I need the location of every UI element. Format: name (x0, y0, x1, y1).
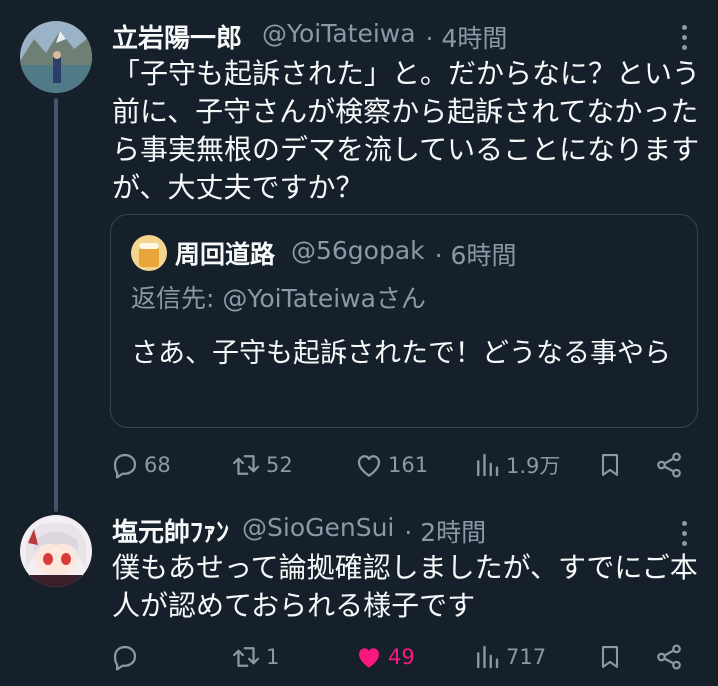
more-icon[interactable] (674, 518, 694, 548)
bookmark-icon[interactable] (596, 450, 624, 484)
author-name[interactable]: 立岩陽一郎 (112, 18, 242, 55)
tweet-text: 僕もあせって論拠確認しましたが、すでにご本人が認めておられる様子です (112, 551, 698, 622)
reply-button[interactable]: 68 (110, 450, 171, 480)
reply-button[interactable] (110, 642, 144, 672)
retweet-count: 1 (266, 645, 280, 669)
author-handle[interactable]: @SioGenSui (242, 513, 394, 549)
views-icon (477, 453, 499, 477)
quoted-tweet[interactable]: 周回道路 @56gopak · 6時間 返信先: @YoiTateiwaさん さ… (110, 214, 698, 428)
views-count: 717 (506, 645, 547, 669)
avatar[interactable] (20, 21, 92, 93)
timestamp[interactable]: · 4時間 (426, 19, 508, 55)
quote-text: さあ、子守も起訴されたで！どうなる事やら (131, 338, 671, 369)
bookmark-icon[interactable] (596, 642, 624, 676)
quote-timestamp: · 6時間 (434, 241, 517, 270)
views-count: 1.9万 (506, 454, 561, 478)
reply-icon (113, 453, 137, 479)
retweet-icon (233, 455, 259, 475)
like-icon (357, 455, 381, 477)
like-icon (359, 648, 379, 668)
like-count: 161 (388, 453, 429, 477)
reply-icon (113, 645, 137, 671)
quote-author-name: 周回道路 (175, 240, 276, 269)
reply-count: 68 (144, 453, 171, 477)
author-name[interactable]: 塩元帥ﾌｧﾝ (112, 512, 229, 549)
more-icon[interactable] (674, 22, 694, 52)
like-button[interactable]: 49 (354, 642, 415, 672)
views-button[interactable]: 1.9万 (472, 450, 560, 480)
retweet-count: 52 (266, 453, 293, 477)
thread-line (54, 98, 58, 512)
avatar[interactable] (20, 515, 92, 587)
retweet-button[interactable]: 1 (230, 642, 279, 672)
quote-avatar (131, 235, 167, 271)
author-handle[interactable]: @YoiTateiwa (262, 19, 416, 55)
reply-to: 返信先: @YoiTateiwaさん (131, 284, 426, 313)
retweet-button[interactable]: 52 (230, 450, 293, 480)
tweet-text: 「子守も起訴された」と。だからなに？という前に、子守さんが検察から起訴されてなか… (112, 57, 701, 204)
views-button[interactable]: 717 (472, 642, 546, 672)
like-button[interactable]: 161 (354, 450, 428, 480)
like-count: 49 (388, 645, 415, 669)
views-icon (477, 645, 499, 669)
quote-author-handle: @56gopak (291, 236, 425, 265)
share-icon[interactable] (654, 642, 684, 676)
retweet-icon (233, 647, 259, 667)
timestamp[interactable]: · 2時間 (404, 513, 486, 549)
share-icon[interactable] (654, 450, 684, 484)
